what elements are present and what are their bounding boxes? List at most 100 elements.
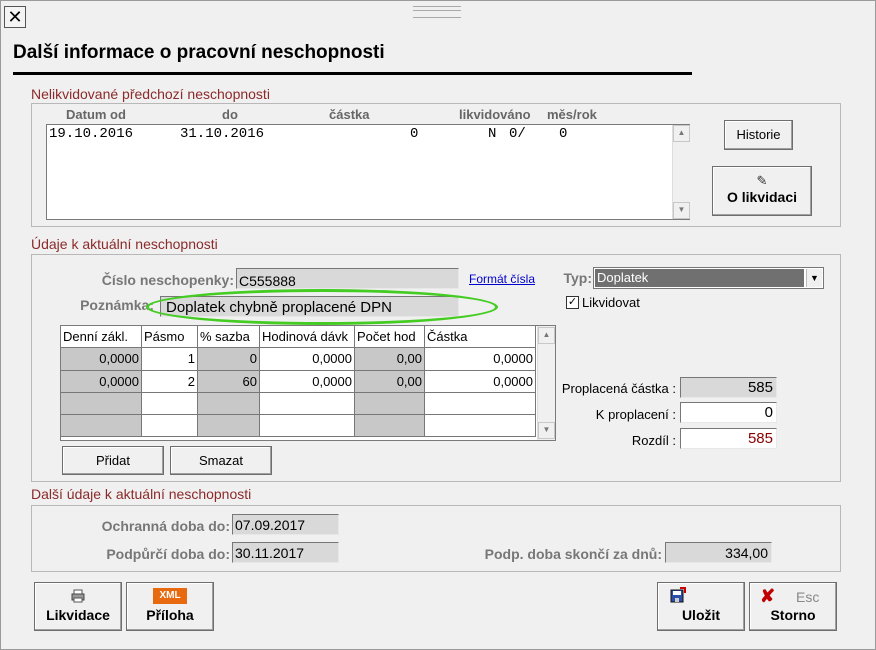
priloha-label: Příloha <box>146 607 194 623</box>
likvidovat-checkbox[interactable]: ✓ <box>566 296 579 309</box>
grid-cell[interactable] <box>198 393 260 415</box>
grid-cell[interactable]: 1 <box>142 348 198 371</box>
cross-icon: ✘ <box>760 586 776 606</box>
proplacena-label: Proplacená částka : <box>561 381 676 396</box>
typ-select[interactable]: Doplatek ▼ <box>593 267 824 289</box>
pencil-icon: ✎ <box>756 173 768 188</box>
typ-select-value: Doplatek <box>595 269 804 287</box>
grid-header-sazba: % sazba <box>198 326 260 348</box>
podpurci-value: 30.11.2017 <box>232 542 339 563</box>
grid-cell[interactable] <box>142 393 198 415</box>
save-icon <box>670 587 686 603</box>
grid-header-hodinova: Hodinová dávk <box>260 326 355 348</box>
drag-handle[interactable] <box>413 6 461 18</box>
grid-cell[interactable]: 2 <box>142 371 198 393</box>
scroll-up-icon[interactable]: ▲ <box>673 125 690 142</box>
grid-cell[interactable]: 0,0000 <box>61 371 142 393</box>
grid-cell[interactable] <box>260 393 355 415</box>
list-item-month-year[interactable]: 0/ <box>509 126 526 142</box>
grid-cell[interactable] <box>355 415 425 437</box>
grid-header-pasmo: Pásmo <box>142 326 198 348</box>
ulozit-button[interactable]: Uložit <box>657 582 745 631</box>
scroll-up-icon[interactable]: ▲ <box>538 327 555 344</box>
kproplaceni-input[interactable]: 0 <box>680 402 777 423</box>
storno-button[interactable]: ✘ Esc Storno <box>749 582 837 631</box>
grid-cell[interactable]: 0 <box>198 348 260 371</box>
grid-cell[interactable]: 0,0000 <box>425 371 536 393</box>
col-castka: částka <box>329 107 370 122</box>
scroll-down-icon[interactable]: ▼ <box>673 202 690 219</box>
historie-label: Historie <box>736 127 781 142</box>
prev-section-title: Nelikvidované předchozí neschopnosti <box>31 86 270 102</box>
grid-cell[interactable]: 60 <box>198 371 260 393</box>
close-icon: ✕ <box>7 7 23 27</box>
cislo-label: Číslo neschopenky: <box>101 272 234 288</box>
col-datum-od: Datum od <box>66 107 126 122</box>
smazat-label: Smazat <box>198 453 244 468</box>
priloha-button[interactable]: XML Příloha <box>126 582 214 631</box>
grid-header-pocet: Počet hod <box>355 326 425 348</box>
skonci-label: Podp. doba skončí za dnů: <box>484 546 662 562</box>
grid-cell[interactable]: 0,0000 <box>260 348 355 371</box>
grid-header-castka: Částka <box>425 326 536 348</box>
list-scrollbar[interactable]: ▲ ▼ <box>672 125 690 219</box>
esc-hint: Esc <box>796 589 820 605</box>
poznamka-label: Poznámka: <box>80 297 154 313</box>
dialog-title: Další informace o pracovní neschopnosti <box>13 42 385 63</box>
pridat-label: Přidat <box>96 453 130 468</box>
grid-cell[interactable] <box>61 393 142 415</box>
close-button[interactable]: ✕ <box>4 6 26 28</box>
ulozit-label: Uložit <box>681 607 721 623</box>
rozdil-label: Rozdíl : <box>631 433 676 448</box>
grid-cell[interactable] <box>425 415 536 437</box>
list-item-liquidated[interactable]: N <box>488 126 496 142</box>
grid-header-denni: Denní zákl. <box>61 326 142 348</box>
grid-cell[interactable]: 0,0000 <box>425 348 536 371</box>
prev-list[interactable]: 19.10.2016 31.10.2016 0 N 0/ 0 ▲ ▼ <box>46 124 690 220</box>
skonci-value: 334,00 <box>665 542 772 563</box>
likvidace-label: Likvidace <box>46 607 110 623</box>
xml-icon: XML <box>153 588 187 604</box>
grid-cell[interactable] <box>198 415 260 437</box>
further-section-title: Další údaje k aktuální neschopnosti <box>31 486 252 502</box>
likvidovat-label: Likvidovat <box>582 295 640 310</box>
kproplaceni-label: K proplacení : <box>595 407 676 422</box>
proplacena-value: 585 <box>680 377 777 398</box>
rozdil-value: 585 <box>680 428 777 449</box>
o-likvidaci-button[interactable]: ✎ O likvidaci <box>712 166 812 216</box>
pridat-button[interactable]: Přidat <box>62 446 164 475</box>
format-cisla-link[interactable]: Formát čísla <box>469 272 535 286</box>
ochranna-value: 07.09.2017 <box>232 514 339 535</box>
typ-label: Typ: <box>563 270 592 286</box>
list-item-amount[interactable]: 0 <box>410 126 418 142</box>
cislo-input[interactable]: C555888 <box>236 268 459 289</box>
historie-button[interactable]: Historie <box>724 120 793 150</box>
list-item-to[interactable]: 31.10.2016 <box>180 126 264 142</box>
grid-cell[interactable] <box>260 415 355 437</box>
grid-cell[interactable] <box>355 393 425 415</box>
grid-cell[interactable]: 0,00 <box>355 348 425 371</box>
chevron-down-icon[interactable]: ▼ <box>806 269 822 287</box>
likvidace-button[interactable]: Likvidace <box>34 582 122 631</box>
storno-label: Storno <box>770 607 816 623</box>
grid-cell[interactable] <box>61 415 142 437</box>
title-underline <box>13 72 692 75</box>
rates-grid[interactable]: Denní zákl. Pásmo % sazba Hodinová dávk … <box>60 325 556 441</box>
col-mes-rok: měs/rok <box>547 107 597 122</box>
list-item-extra[interactable]: 0 <box>559 126 567 142</box>
col-likvidovano: likvidováno <box>459 107 531 122</box>
ochranna-label: Ochranná doba do: <box>101 518 230 534</box>
highlight-ellipse <box>146 289 498 325</box>
o-likvidaci-label: O likvidaci <box>726 189 798 205</box>
col-do: do <box>222 107 238 122</box>
grid-cell[interactable]: 0,0000 <box>61 348 142 371</box>
grid-cell[interactable]: 0,0000 <box>260 371 355 393</box>
printer-icon <box>71 589 85 603</box>
grid-cell[interactable] <box>142 415 198 437</box>
grid-cell[interactable]: 0,00 <box>355 371 425 393</box>
podpurci-label: Podpůrčí doba do: <box>106 546 230 562</box>
list-item-from[interactable]: 19.10.2016 <box>49 126 133 142</box>
grid-cell[interactable] <box>425 393 536 415</box>
current-section-title: Údaje k aktuální neschopnosti <box>31 236 218 252</box>
smazat-button[interactable]: Smazat <box>170 446 272 475</box>
